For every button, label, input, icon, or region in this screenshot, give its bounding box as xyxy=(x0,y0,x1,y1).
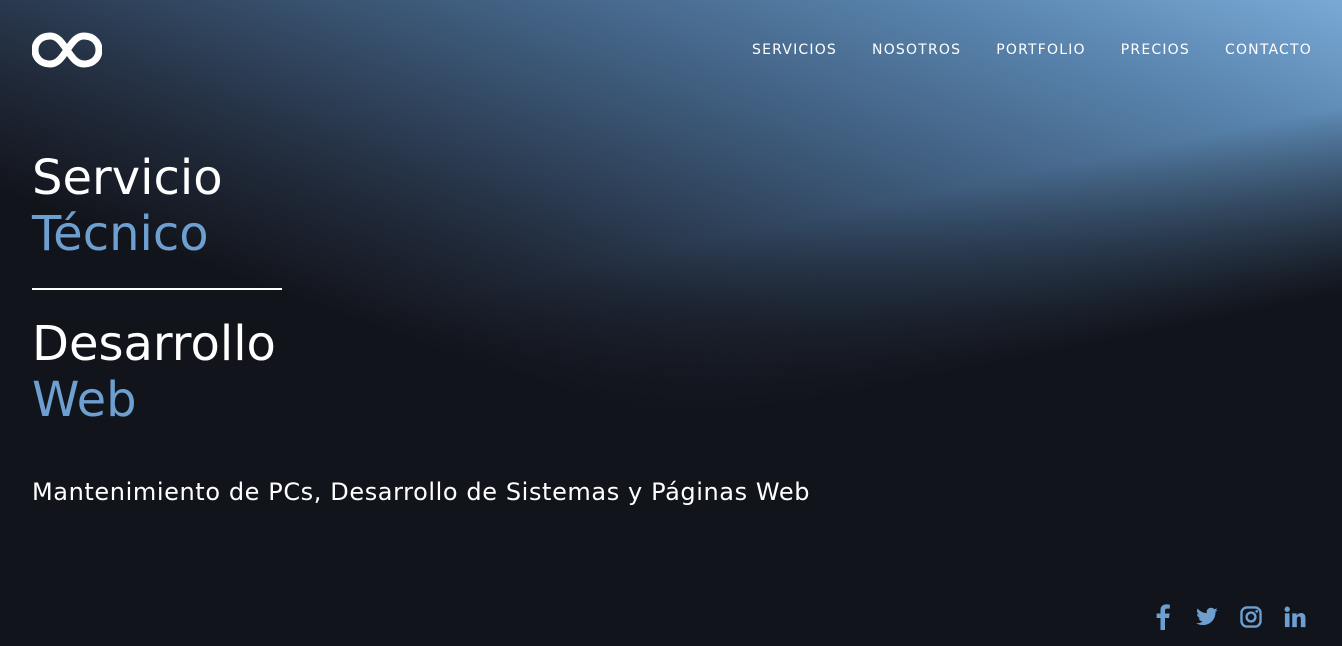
logo[interactable] xyxy=(31,31,103,69)
nav-precios[interactable]: PRECIOS xyxy=(1121,40,1190,60)
headline-desarrollo: Desarrollo xyxy=(32,316,276,372)
headline-divider xyxy=(32,288,282,290)
infinity-icon xyxy=(31,32,103,68)
headline-servicio: Servicio xyxy=(32,150,223,206)
headline-tecnico: Técnico xyxy=(32,206,209,262)
twitter-icon[interactable] xyxy=(1196,603,1218,631)
hero-subtitle: Mantenimiento de PCs, Desarrollo de Sist… xyxy=(32,478,811,506)
social-links xyxy=(1152,603,1306,631)
linkedin-icon[interactable] xyxy=(1284,603,1306,631)
nav-nosotros[interactable]: NOSOTROS xyxy=(872,40,961,60)
facebook-icon[interactable] xyxy=(1152,603,1174,631)
nav-contacto[interactable]: CONTACTO xyxy=(1225,40,1312,60)
hero-headline: Servicio Técnico Desarrollo Web xyxy=(32,150,282,428)
nav-portfolio[interactable]: PORTFOLIO xyxy=(996,40,1086,60)
nav-servicios[interactable]: SERVICIOS xyxy=(752,40,837,60)
headline-web: Web xyxy=(32,372,137,428)
main-nav: SERVICIOS NOSOTROS PORTFOLIO PRECIOS CON… xyxy=(752,40,1312,60)
instagram-icon[interactable] xyxy=(1240,603,1262,631)
